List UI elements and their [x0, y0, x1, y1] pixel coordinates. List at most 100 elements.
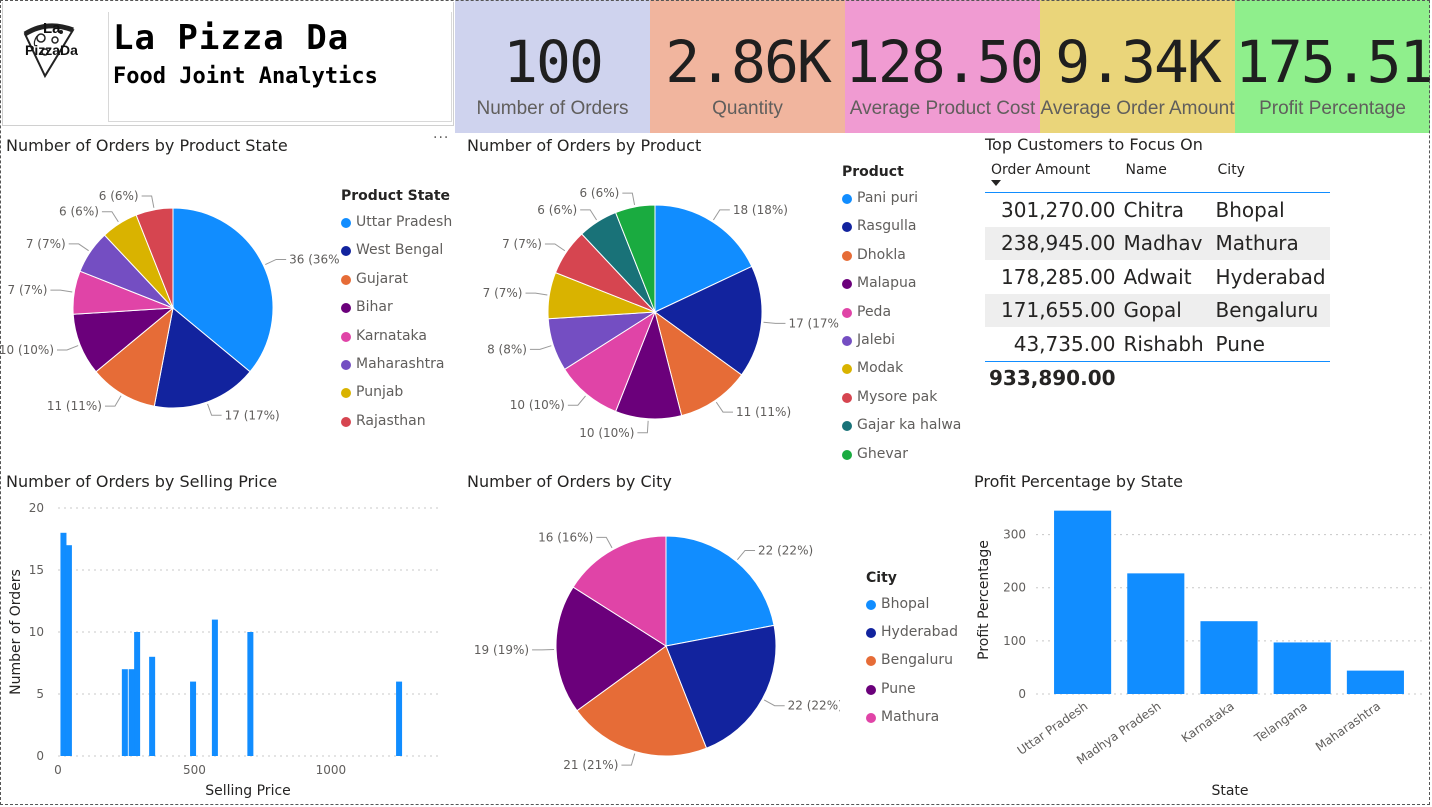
bar[interactable]: [1273, 642, 1331, 694]
cell-name: Rishabh: [1123, 331, 1204, 356]
bar[interactable]: [60, 532, 67, 756]
legend-label: Punjab: [356, 384, 404, 401]
legend-marker-icon: [341, 246, 351, 257]
cell-city: Mathura: [1211, 226, 1330, 260]
kpi-value: 2.86K: [665, 28, 832, 96]
data-label: 10 (10%): [510, 398, 565, 412]
cell-name: Adwait: [1123, 264, 1192, 289]
kpi-card-quantity[interactable]: 2.86K Quantity: [650, 0, 845, 133]
column-header-order-amount[interactable]: Order Amount: [985, 158, 1120, 193]
legend-item[interactable]: Uttar Pradesh: [341, 214, 452, 242]
cell-order-amount: 178,285.00: [1001, 264, 1116, 289]
leader-line: [763, 699, 785, 707]
bar[interactable]: [1127, 573, 1185, 694]
legend-label: Bihar: [356, 299, 393, 316]
bar[interactable]: [134, 632, 141, 756]
legend-item[interactable]: Peda: [842, 304, 961, 332]
leader-line: [141, 195, 155, 208]
bar[interactable]: [190, 681, 197, 756]
column-header-city[interactable]: City: [1211, 158, 1330, 193]
legend-marker-icon: [842, 392, 852, 403]
data-label: 22 (22%): [788, 699, 840, 713]
legend-item[interactable]: Ghevar: [842, 446, 961, 474]
legend-item[interactable]: Modak: [842, 360, 961, 388]
legend-item[interactable]: Mathura: [866, 709, 958, 737]
legend-label: Hyderabad: [881, 624, 958, 641]
x-tick-label: 0: [54, 763, 62, 777]
leader-line: [101, 211, 119, 223]
legend-item[interactable]: West Bengal: [341, 242, 452, 270]
bar[interactable]: [65, 545, 72, 756]
cell-order-amount: 171,655.00: [985, 293, 1120, 327]
legend-marker-icon: [842, 364, 852, 375]
legend-item[interactable]: Pani puri: [842, 190, 961, 218]
legend-item[interactable]: Gujarat: [341, 271, 452, 299]
bar[interactable]: [149, 656, 156, 756]
y-axis-label: Profit Percentage: [976, 540, 992, 660]
legend-item[interactable]: Maharashtra: [341, 356, 452, 384]
bar[interactable]: [121, 669, 128, 756]
legend-item[interactable]: Gajar ka halwa: [842, 417, 961, 445]
table-row[interactable]: 43,735.00 Rishabh Pune: [985, 327, 1330, 361]
legend-title: City: [866, 570, 897, 586]
bar[interactable]: [211, 619, 218, 756]
bar[interactable]: [1054, 510, 1112, 694]
leader-line: [104, 395, 122, 407]
data-label: 17 (17%): [788, 316, 840, 330]
table-title-top-customers: Top Customers to Focus On: [985, 135, 1203, 154]
more-options-icon[interactable]: ···: [433, 130, 449, 146]
logo-line1: La: [43, 20, 61, 37]
legend-item[interactable]: Pune: [866, 681, 958, 709]
y-tick-label: 100: [1003, 634, 1026, 648]
legend-item[interactable]: Jalebi: [842, 332, 961, 360]
kpi-card-orders[interactable]: 100 Number of Orders: [455, 0, 650, 133]
bar[interactable]: [247, 632, 254, 756]
bar[interactable]: [396, 681, 403, 756]
bar-chart-profit-by-state[interactable]: 0100200300Uttar PradeshMadhya Pradesh Kar…: [966, 490, 1426, 805]
legend-item[interactable]: Hyderabad: [866, 624, 958, 652]
table-row[interactable]: 171,655.00 Gopal Bengaluru: [985, 293, 1330, 327]
legend-item[interactable]: Punjab: [341, 384, 452, 412]
chart-title-product-state: Number of Orders by Product State: [6, 136, 288, 155]
legend-item[interactable]: Bihar: [341, 299, 452, 327]
bar[interactable]: [128, 669, 135, 756]
legend-label: Pune: [881, 680, 916, 697]
kpi-card-avg-order-amount[interactable]: 9.34K Average Order Amount: [1040, 0, 1235, 133]
column-header-name[interactable]: Name: [1119, 158, 1212, 193]
legend-item[interactable]: Mysore pak: [842, 389, 961, 417]
pie-chart-city[interactable]: 22 (22%) 22 (22%) 21 (21%) 19 (19%) 16 (16%): [460, 500, 840, 800]
kpi-card-avg-product-cost[interactable]: 128.50 Average Product Cost: [845, 0, 1040, 133]
legend-item[interactable]: Malapua: [842, 275, 961, 303]
table-row[interactable]: 178,285.00 Adwait Hyderabad: [985, 260, 1330, 294]
legend-item[interactable]: Bengaluru: [866, 652, 958, 680]
legend-marker-icon: [842, 250, 852, 261]
data-label: 11 (11%): [47, 399, 102, 413]
legend-item[interactable]: Rasgulla: [842, 218, 961, 246]
table-row[interactable]: 238,945.00 Madhav Mathura: [985, 226, 1330, 260]
legend-item[interactable]: Bhopal: [866, 596, 958, 624]
legend-label: Karnataka: [356, 327, 427, 344]
kpi-card-profit-percentage[interactable]: 175.51 Profit Percentage: [1235, 0, 1430, 133]
bar[interactable]: [1346, 670, 1404, 694]
legend-marker-icon: [866, 600, 876, 610]
bar-chart-selling-price[interactable]: 0 5 10 15 20 0 500 1000 Selling Price Number of O…: [0, 490, 450, 805]
legend-item[interactable]: Karnataka: [341, 328, 452, 356]
legend-label: Uttar Pradesh: [356, 214, 453, 230]
legend-item[interactable]: Dhokla: [842, 247, 961, 275]
legend-item[interactable]: Rajasthan: [341, 413, 452, 441]
legend-title: Product: [842, 164, 904, 180]
table-row[interactable]: 301,270.00 Chitra Bhopal: [985, 193, 1330, 227]
data-label: 16 (16%): [538, 530, 593, 544]
data-label: 6 (6%): [537, 203, 577, 217]
kpi-value: 100: [503, 28, 604, 96]
logo-line2: PizzaDa: [25, 42, 78, 58]
leader-line: [637, 420, 649, 434]
data-label: 7 (7%): [8, 283, 48, 297]
cell-city: Pune: [1215, 331, 1265, 356]
pie-chart-product[interactable]: 18 (18%) 17 (17%) 11 (11%) 10 (10%) 10 (10%)…: [460, 160, 840, 460]
legend-marker-icon: [842, 194, 852, 204]
sort-down-icon[interactable]: [991, 180, 1001, 186]
bar[interactable]: [1200, 621, 1258, 694]
pie-chart-product-state[interactable]: 36 (36%) 17 (17%) 11 (11%) 10 (10%) 7 (7%) 7 …: [0, 160, 340, 460]
legend-marker-icon: [842, 449, 852, 460]
